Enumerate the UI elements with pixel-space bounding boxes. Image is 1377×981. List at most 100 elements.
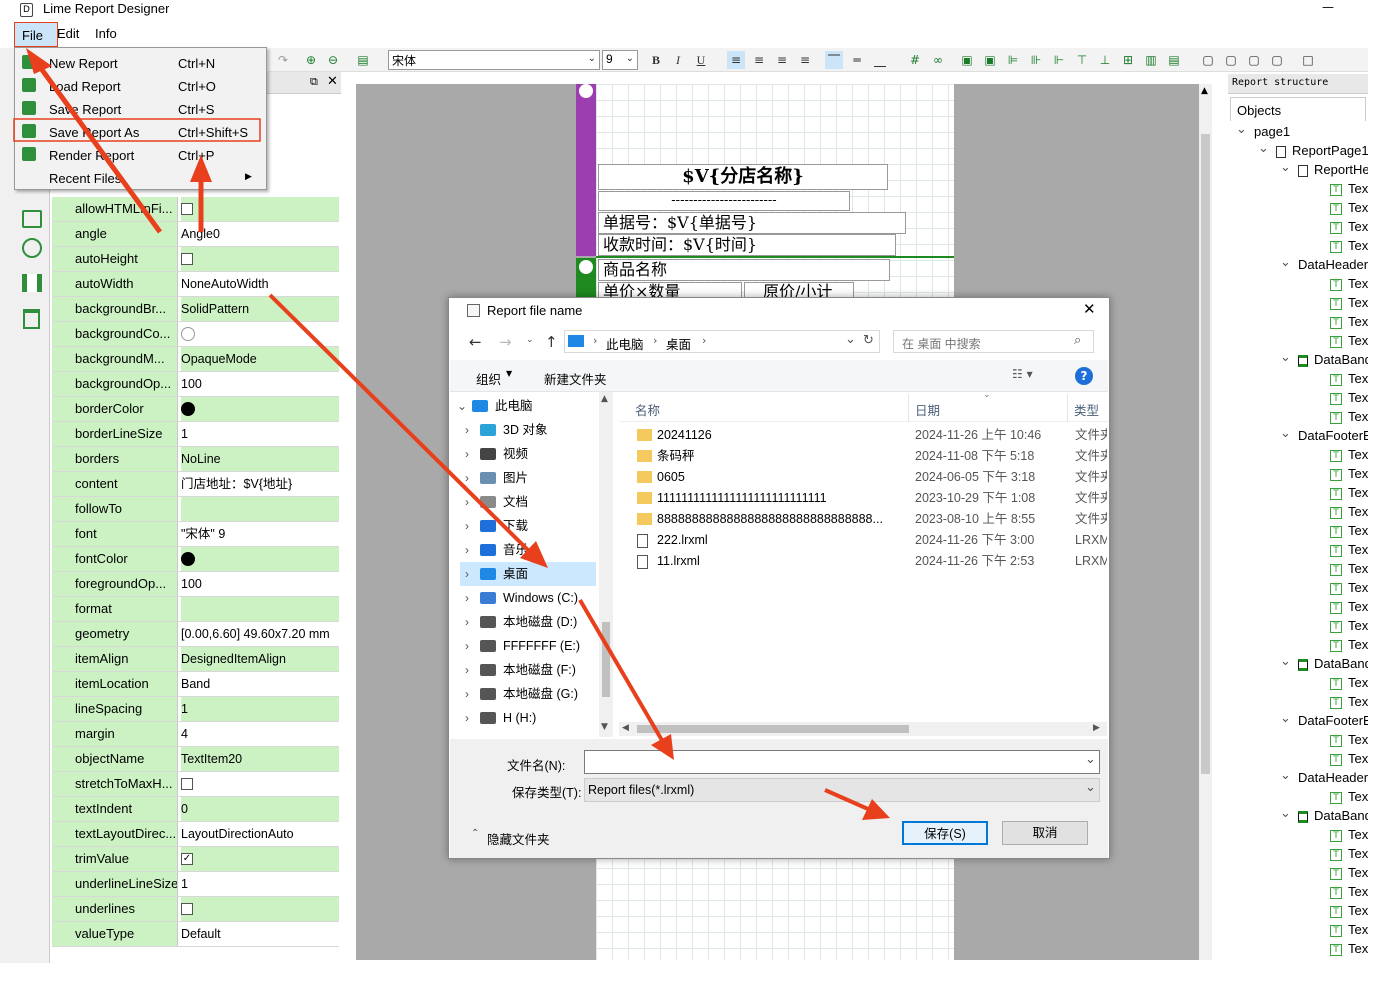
cancel-button[interactable]: 取消: [1002, 821, 1088, 845]
view-options-icon[interactable]: ☷ ▾: [1012, 367, 1033, 381]
property-value[interactable]: [181, 772, 339, 796]
link-icon[interactable]: ∞: [929, 51, 947, 69]
nav-item[interactable]: › 本地磁盘 (F:): [460, 658, 600, 682]
border-all-icon[interactable]: □: [1299, 51, 1317, 69]
scroll-thumb[interactable]: [602, 622, 610, 697]
canvas-vertical-scrollbar[interactable]: ▲: [1199, 84, 1212, 960]
align-right-icon[interactable]: ≡: [773, 51, 791, 69]
tree-node[interactable]: ⌄ ReportHeader: [1280, 159, 1368, 177]
tree-node[interactable]: T TextItem: [1330, 618, 1368, 633]
color-swatch-icon[interactable]: [181, 401, 195, 416]
tree-node[interactable]: T TextItem: [1330, 751, 1368, 766]
italic-button[interactable]: I: [669, 51, 687, 69]
zoom-in-icon[interactable]: ⊕: [302, 51, 320, 69]
tree-node[interactable]: T TextItem: [1330, 637, 1368, 652]
collapse-chevron-icon[interactable]: ›: [465, 466, 469, 490]
nav-item[interactable]: › 视频: [460, 442, 600, 466]
checkbox-icon[interactable]: [181, 777, 193, 790]
tree-node[interactable]: T TextItem: [1330, 694, 1368, 709]
property-row[interactable]: itemLocation Band: [52, 672, 339, 697]
property-row[interactable]: fontColor: [52, 547, 339, 572]
property-value[interactable]: SolidPattern: [181, 297, 339, 321]
valign-middle-icon[interactable]: ═: [848, 51, 866, 69]
tree-chevron-icon[interactable]: ⌄: [1280, 653, 1291, 669]
property-row[interactable]: borderColor: [52, 397, 339, 422]
delete-icon[interactable]: [23, 309, 40, 329]
property-row[interactable]: backgroundBr... SolidPattern: [52, 297, 339, 322]
file-list-hscrollbar[interactable]: ◀ ▶: [619, 722, 1107, 736]
tree-node[interactable]: T TextItem: [1330, 447, 1368, 462]
collapse-chevron-icon[interactable]: ›: [465, 490, 469, 514]
nav-scrollbar[interactable]: ▲ ▼: [599, 392, 613, 737]
property-row[interactable]: backgroundOp... 100: [52, 372, 339, 397]
property-row[interactable]: allowHTMLInFi...: [52, 197, 339, 222]
tree-chevron-icon[interactable]: ⌄: [1280, 425, 1291, 441]
tree-node[interactable]: T TextItem: [1330, 485, 1368, 500]
property-row[interactable]: ›font"宋体" 9: [52, 522, 339, 547]
tree-node[interactable]: ⌄ DataBand: [1280, 653, 1368, 671]
scroll-up-icon[interactable]: ▲: [1201, 86, 1208, 96]
product-name-field[interactable]: 商品名称: [598, 259, 890, 281]
property-value[interactable]: OpaqueMode: [181, 347, 339, 371]
breadcrumb-desktop[interactable]: 桌面: [666, 334, 691, 353]
history-dropdown-icon[interactable]: ⌄: [526, 335, 534, 345]
property-row[interactable]: autoHeight: [52, 247, 339, 272]
hide-folders-toggle[interactable]: 隐藏文件夹: [487, 829, 550, 848]
tree-node[interactable]: T TextItem: [1330, 314, 1368, 329]
organize-button[interactable]: 组织: [476, 369, 501, 388]
tree-node[interactable]: T TextItem: [1330, 941, 1368, 956]
property-row[interactable]: underlines: [52, 897, 339, 922]
property-value[interactable]: Band: [181, 672, 339, 696]
color-swatch-icon[interactable]: [181, 326, 195, 341]
tree-node[interactable]: T TextItem: [1330, 333, 1368, 348]
tree-node[interactable]: ⌄ DataHeaderBand: [1280, 767, 1368, 785]
align-middles-icon[interactable]: ⊞: [1119, 51, 1137, 69]
columns-tool-icon[interactable]: [22, 274, 42, 292]
property-value[interactable]: Default: [181, 922, 339, 946]
property-value[interactable]: 100: [181, 572, 339, 596]
property-value[interactable]: TextItem20: [181, 747, 339, 771]
tree-node[interactable]: T TextItem: [1330, 846, 1368, 861]
nav-item[interactable]: › Windows (C:): [460, 586, 600, 610]
scroll-thumb[interactable]: [1201, 134, 1210, 774]
objects-tab[interactable]: Objects: [1230, 97, 1366, 121]
same-height-icon[interactable]: ▤: [1165, 51, 1183, 69]
property-value[interactable]: Angle0: [181, 222, 339, 246]
property-row[interactable]: trimValue ✓: [52, 847, 339, 872]
property-row[interactable]: itemAlign DesignedItemAlign: [52, 647, 339, 672]
tree-node[interactable]: ⌄ DataBand: [1280, 805, 1368, 823]
close-icon[interactable]: ✕: [1083, 300, 1096, 318]
tree-node[interactable]: T TextItem: [1330, 789, 1368, 804]
tree-node[interactable]: ⌄ DataBand: [1280, 349, 1368, 367]
file-row[interactable]: 1111111111111111111111111111 2023-10-29 下…: [619, 488, 1107, 509]
dashes-field[interactable]: ------------------------: [598, 191, 850, 211]
property-value[interactable]: [181, 897, 339, 921]
checked-checkbox-icon[interactable]: ✓: [181, 852, 193, 865]
collapse-chevron-icon[interactable]: ›: [465, 418, 469, 442]
tree-node[interactable]: T TextItem: [1330, 371, 1368, 386]
minimize-icon[interactable]: —: [1322, 0, 1334, 14]
file-row[interactable]: 20241126 2024-11-26 上午 10:46 文件夹: [619, 425, 1107, 446]
nav-item[interactable]: › 桌面: [460, 562, 596, 586]
file-menu-item-save-report[interactable]: Save Report Ctrl+S: [15, 97, 266, 120]
tree-node[interactable]: T TextItem: [1330, 466, 1368, 481]
property-row[interactable]: ›bordersNoLine: [52, 447, 339, 472]
property-value[interactable]: 100: [181, 372, 339, 396]
same-size-icon[interactable]: ▣: [981, 51, 999, 69]
property-value[interactable]: [181, 497, 339, 521]
color-swatch-icon[interactable]: [181, 551, 195, 566]
nav-item[interactable]: › 本地磁盘 (G:): [460, 682, 600, 706]
chevron-up-icon[interactable]: ⌃: [471, 828, 479, 839]
border-right-icon[interactable]: ▢: [1245, 51, 1263, 69]
restore-icon[interactable]: ⧉: [310, 75, 318, 89]
menu-file[interactable]: File: [14, 22, 58, 47]
scroll-thumb[interactable]: [637, 725, 909, 733]
tree-chevron-icon[interactable]: ⌄: [1236, 122, 1247, 137]
expand-chevron-icon[interactable]: ⌄: [457, 394, 467, 418]
tree-chevron-icon[interactable]: ⌄: [1258, 140, 1269, 156]
refresh-icon[interactable]: ↻: [863, 333, 874, 348]
border-top-icon[interactable]: ▢: [1222, 51, 1240, 69]
chevron-down-icon[interactable]: ⌄: [845, 332, 856, 347]
align-center-icon[interactable]: ≡: [750, 51, 768, 69]
nav-item[interactable]: › H (H:): [460, 706, 600, 730]
